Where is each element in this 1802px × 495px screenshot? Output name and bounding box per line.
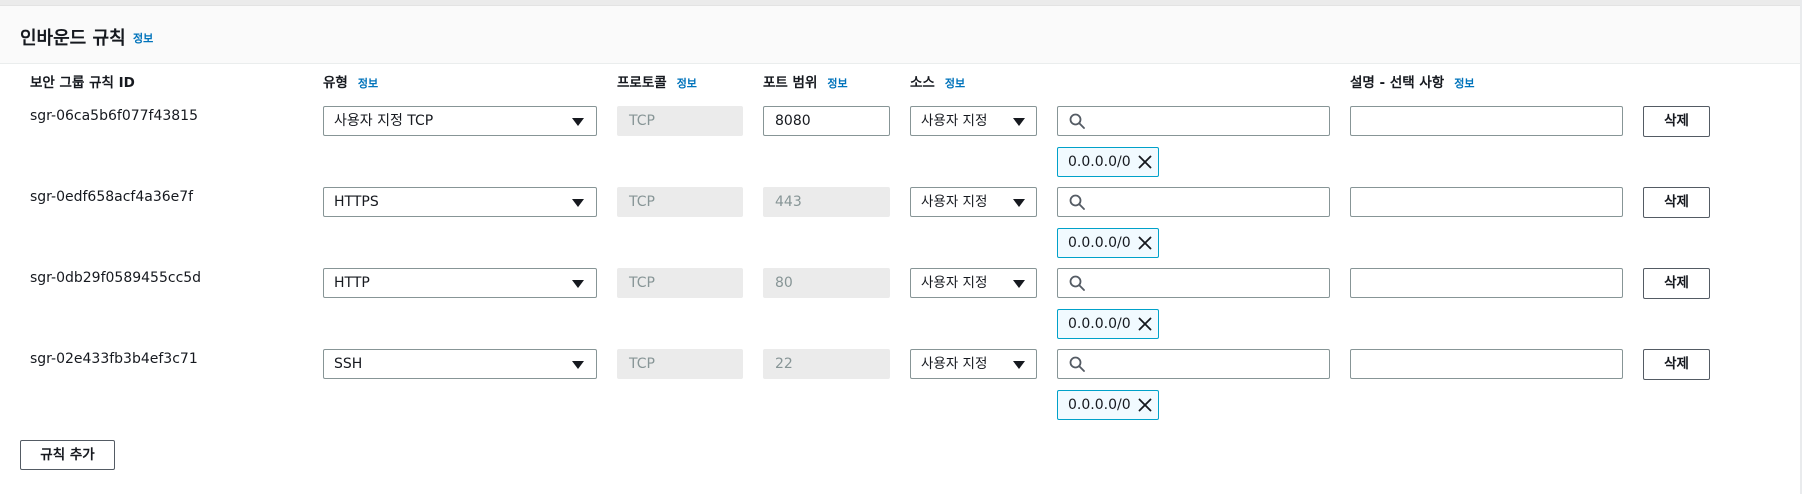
source-select-value: 사용자 지정 (921, 356, 988, 372)
type-select-value: 사용자 지정 TCP (334, 113, 434, 129)
col-header-source: 소스 정보 (910, 71, 965, 91)
description-input[interactable] (1350, 187, 1623, 217)
port-range-field: 22 (763, 349, 890, 379)
source-search-input[interactable] (1057, 268, 1330, 298)
type-select-value: SSH (334, 356, 363, 372)
source-select[interactable]: 사용자 지정 (910, 349, 1037, 379)
col-header-type-label: 유형 (323, 75, 348, 91)
type-select[interactable]: SSH (323, 349, 597, 379)
port-range-field: 80 (763, 268, 890, 298)
protocol-info-link[interactable]: 정보 (677, 77, 697, 90)
protocol-field: TCP (617, 106, 743, 136)
type-info-link[interactable]: 정보 (358, 77, 378, 90)
port-range-input[interactable]: 8080 (763, 106, 890, 136)
description-input[interactable] (1350, 268, 1623, 298)
description-input[interactable] (1350, 349, 1623, 379)
description-input[interactable] (1350, 106, 1623, 136)
col-header-rule-id: 보안 그룹 규칙 ID (30, 71, 135, 91)
col-header-port-range-label: 포트 범위 (763, 75, 818, 91)
col-header-rule-id-label: 보안 그룹 규칙 ID (30, 75, 135, 91)
delete-button[interactable]: 삭제 (1643, 187, 1710, 218)
caret-down-icon (572, 199, 584, 207)
source-select-value: 사용자 지정 (921, 275, 988, 291)
protocol-value: TCP (629, 275, 655, 291)
type-select[interactable]: HTTP (323, 268, 597, 298)
protocol-value: TCP (629, 113, 655, 129)
col-header-port-range: 포트 범위 정보 (763, 71, 848, 91)
source-select-value: 사용자 지정 (921, 194, 988, 210)
source-select[interactable]: 사용자 지정 (910, 106, 1037, 136)
cidr-token-label: 0.0.0.0/0 (1068, 316, 1131, 332)
port-range-value: 443 (775, 194, 802, 210)
col-header-source-label: 소스 (910, 75, 935, 91)
cidr-token-label: 0.0.0.0/0 (1068, 235, 1131, 251)
delete-button[interactable]: 삭제 (1643, 268, 1710, 299)
type-select-value: HTTPS (334, 194, 379, 210)
source-select[interactable]: 사용자 지정 (910, 187, 1037, 217)
panel-header: 인바운드 규칙 정보 (0, 6, 1800, 64)
type-select[interactable]: HTTPS (323, 187, 597, 217)
cidr-token: 0.0.0.0/0 (1057, 147, 1159, 177)
type-select[interactable]: 사용자 지정 TCP (323, 106, 597, 136)
source-search-input[interactable] (1057, 187, 1330, 217)
port-range-field: 443 (763, 187, 890, 217)
cidr-token: 0.0.0.0/0 (1057, 228, 1159, 258)
search-icon (1069, 275, 1085, 291)
panel-title: 인바운드 규칙 (20, 28, 126, 49)
source-select[interactable]: 사용자 지정 (910, 268, 1037, 298)
caret-down-icon (1013, 280, 1025, 288)
rule-id: sgr-0db29f0589455cc5d (30, 270, 202, 286)
source-info-link[interactable]: 정보 (945, 77, 965, 90)
protocol-value: TCP (629, 356, 655, 372)
source-select-value: 사용자 지정 (921, 113, 988, 129)
rule-id: sgr-02e433fb3b4ef3c71 (30, 351, 198, 367)
caret-down-icon (1013, 118, 1025, 126)
inbound-rules-panel: 인바운드 규칙 정보 (0, 5, 1800, 495)
caret-down-icon (572, 361, 584, 369)
cidr-token-label: 0.0.0.0/0 (1068, 397, 1131, 413)
add-rule-button[interactable]: 규칙 추가 (20, 440, 115, 470)
close-icon[interactable] (1138, 236, 1152, 250)
port-range-info-link[interactable]: 정보 (827, 77, 847, 90)
rule-id: sgr-06ca5b6f077f43815 (30, 108, 198, 124)
caret-down-icon (1013, 199, 1025, 207)
protocol-field: TCP (617, 187, 743, 217)
cidr-token: 0.0.0.0/0 (1057, 309, 1159, 339)
col-header-type: 유형 정보 (323, 71, 378, 91)
cidr-token-label: 0.0.0.0/0 (1068, 154, 1131, 170)
col-header-protocol-label: 프로토콜 (617, 75, 667, 91)
port-range-value: 80 (775, 275, 793, 291)
source-search-input[interactable] (1057, 106, 1330, 136)
rule-id: sgr-0edf658acf4a36e7f (30, 189, 194, 205)
col-header-description: 설명 - 선택 사항 정보 (1350, 71, 1474, 91)
search-icon (1069, 113, 1085, 129)
close-icon[interactable] (1138, 155, 1152, 169)
col-header-description-label: 설명 - 선택 사항 (1350, 75, 1445, 91)
delete-button[interactable]: 삭제 (1643, 349, 1710, 380)
port-range-value: 22 (775, 356, 793, 372)
description-info-link[interactable]: 정보 (1454, 77, 1474, 90)
protocol-field: TCP (617, 349, 743, 379)
panel-info-link[interactable]: 정보 (133, 30, 153, 46)
delete-button[interactable]: 삭제 (1643, 106, 1710, 137)
protocol-value: TCP (629, 194, 655, 210)
cidr-token: 0.0.0.0/0 (1057, 390, 1159, 420)
col-header-protocol: 프로토콜 정보 (617, 71, 697, 91)
search-icon (1069, 356, 1085, 372)
caret-down-icon (572, 118, 584, 126)
source-search-input[interactable] (1057, 349, 1330, 379)
type-select-value: HTTP (334, 275, 370, 291)
caret-down-icon (1013, 361, 1025, 369)
close-icon[interactable] (1138, 398, 1152, 412)
port-range-value: 8080 (775, 113, 811, 129)
search-icon (1069, 194, 1085, 210)
close-icon[interactable] (1138, 317, 1152, 331)
protocol-field: TCP (617, 268, 743, 298)
caret-down-icon (572, 280, 584, 288)
